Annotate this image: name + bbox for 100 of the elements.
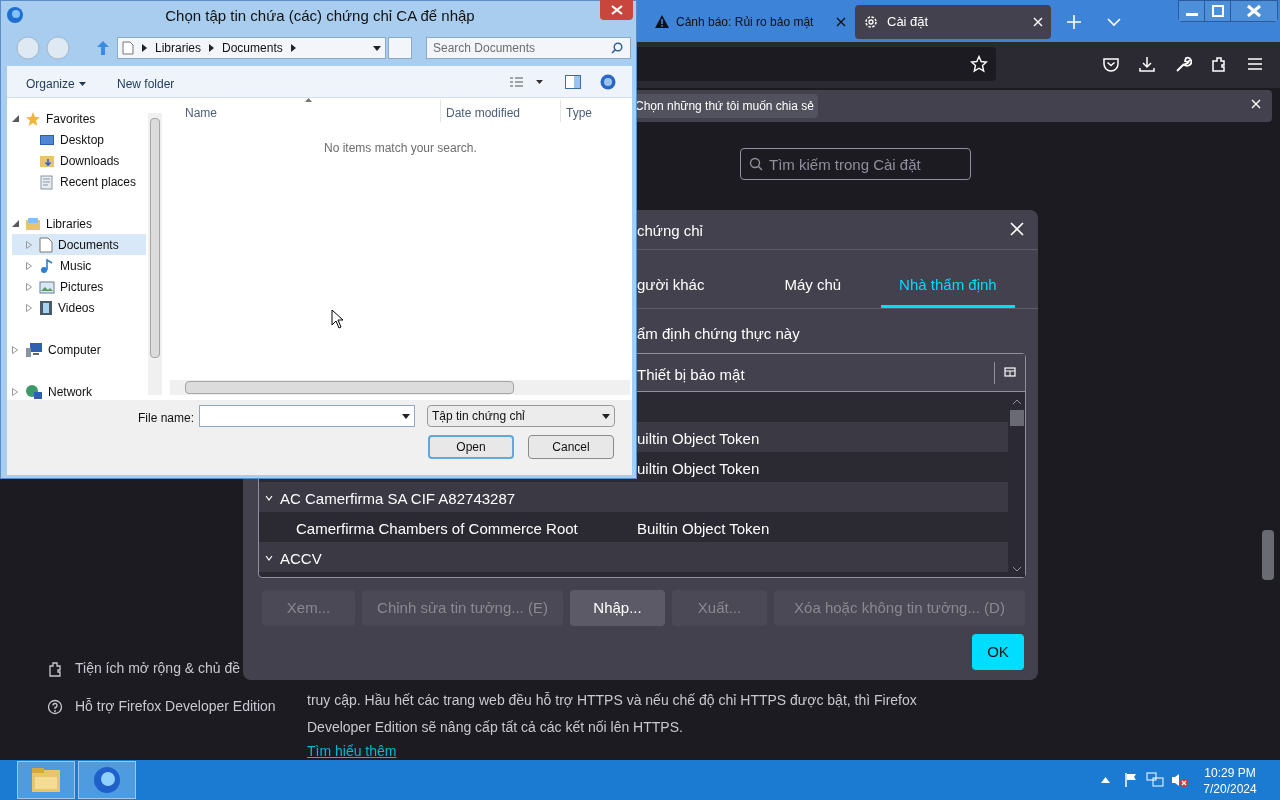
chevron-down-icon[interactable]: [265, 494, 273, 502]
nav-item[interactable]: Network: [12, 381, 146, 402]
address-field[interactable]: Libraries Documents: [117, 37, 386, 59]
scrollbar-thumb[interactable]: [1262, 530, 1274, 580]
menu-icon[interactable]: [1246, 55, 1264, 73]
view-options-icon[interactable]: [510, 77, 544, 89]
nav-item[interactable]: Pictures: [12, 276, 146, 297]
browser-tab[interactable]: Cài đặt: [855, 5, 1051, 39]
nav-item[interactable]: Downloads: [12, 150, 146, 171]
new-folder-button[interactable]: New folder: [117, 75, 175, 93]
nav-item[interactable]: Computer: [12, 339, 146, 360]
column-header[interactable]: Type: [566, 104, 592, 122]
refresh-button[interactable]: [388, 37, 412, 59]
dialog-button[interactable]: Cancel: [528, 435, 614, 459]
caret-icon: [602, 413, 610, 419]
dialog-button[interactable]: Open: [428, 435, 514, 459]
browser-tab[interactable]: Cảnh báo: Rủi ro bảo mật: [650, 5, 850, 39]
tab-title: Cảnh báo: Rủi ro bảo mật: [676, 14, 815, 31]
table-cell-text: Builtin Object Token: [637, 519, 770, 539]
library-icon: [25, 215, 41, 232]
table-cell-text: Camerfirma Chambers of Commerce Root: [296, 519, 578, 539]
dialog-tab[interactable]: gười khác: [637, 265, 745, 308]
muted-speaker-icon[interactable]: [1171, 772, 1189, 788]
star-icon: [25, 110, 41, 127]
nav-item[interactable]: Libraries: [12, 213, 146, 234]
collapsed-icon[interactable]: [26, 303, 32, 312]
table-cell-text: uiltin Object Token: [637, 459, 760, 479]
scrollbar-thumb[interactable]: [1010, 410, 1024, 426]
warning-icon: [654, 14, 670, 30]
expanded-icon[interactable]: [12, 115, 19, 122]
collapsed-icon[interactable]: [12, 345, 18, 354]
collapsed-icon[interactable]: [26, 261, 32, 270]
nav-item[interactable]: Documents: [12, 234, 146, 255]
search-field[interactable]: Tìm kiếm trong Cài đặt: [740, 148, 971, 180]
nav-item[interactable]: Favorites: [12, 108, 146, 129]
search-field[interactable]: Search Documents: [426, 37, 631, 59]
dialog-tab[interactable]: Máy chủ: [744, 265, 882, 308]
picture-icon: [39, 278, 55, 295]
recent-places-icon: [39, 173, 55, 190]
cursor-icon: [331, 309, 343, 329]
download-icon[interactable]: [1138, 55, 1156, 73]
file-name-label: File name:: [138, 410, 195, 427]
search-icon: [749, 157, 763, 171]
ok-button[interactable]: OK: [972, 634, 1024, 670]
arrow-right-icon: [290, 44, 296, 52]
learn-more-link[interactable]: Tìm hiểu thêm: [307, 741, 397, 762]
collapsed-icon[interactable]: [12, 387, 18, 396]
caret-icon[interactable]: [373, 46, 381, 51]
collapsed-icon[interactable]: [26, 240, 32, 249]
network-icon[interactable]: [1146, 772, 1164, 788]
wrench-icon[interactable]: [1174, 55, 1192, 73]
sidebar-item[interactable]: Tiện ích mở rộng & chủ đề: [75, 658, 241, 679]
empty-message: No items match your search.: [324, 140, 477, 157]
file-type-dropdown[interactable]: Tập tin chứng chỉ: [427, 405, 615, 427]
breadcrumb-item[interactable]: Documents: [222, 39, 283, 57]
description: ẩm định chứng thực này: [637, 324, 800, 344]
show-hidden-icons-icon[interactable]: [1101, 777, 1110, 783]
breadcrumb-item[interactable]: Libraries: [155, 39, 202, 57]
collapsed-icon[interactable]: [26, 282, 32, 291]
caret-icon: [402, 413, 410, 419]
flag-icon[interactable]: [1124, 772, 1138, 788]
clock[interactable]: 10:29 PM 7/20/2024: [1195, 765, 1265, 797]
scroll-down-icon: [1012, 566, 1022, 572]
organize-button[interactable]: Organize: [26, 75, 86, 93]
window-title: Chọn tập tin chứa (các) chứng chỉ CA để nhập: [164, 6, 476, 26]
music-icon: [39, 257, 55, 274]
pocket-icon[interactable]: [1102, 55, 1120, 73]
settings-icon: [863, 14, 879, 30]
chevron-down-icon[interactable]: [265, 554, 273, 562]
nav-item[interactable]: Desktop: [12, 129, 146, 150]
up-arrow-icon[interactable]: [96, 40, 110, 56]
new-tab-icon[interactable]: [1067, 15, 1081, 29]
table-cell-text: AC Camerfirma SA CIF A82743287: [280, 489, 516, 509]
table-cell-text: uiltin Object Token: [637, 429, 760, 449]
scroll-up-icon: [1012, 399, 1022, 405]
nav-item[interactable]: Recent places: [12, 171, 146, 192]
arrow-right-icon: [209, 44, 215, 52]
expanded-icon[interactable]: [12, 220, 19, 227]
dialog-button[interactable]: Nhập...: [570, 590, 665, 626]
close-icon[interactable]: [836, 17, 846, 27]
document-icon: [39, 236, 53, 253]
column-header[interactable]: Thiết bị bảo mật: [637, 364, 745, 387]
arrow-right-icon: [142, 44, 147, 52]
preview-pane-icon[interactable]: [565, 75, 581, 89]
star-icon[interactable]: [970, 55, 988, 73]
puzzle-icon[interactable]: [1210, 55, 1228, 73]
column-header[interactable]: Name: [185, 104, 217, 122]
file-name-field[interactable]: [199, 405, 415, 427]
column-picker-icon[interactable]: [1004, 367, 1016, 379]
dialog-title: chứng chỉ: [637, 221, 703, 241]
folder-icon[interactable]: [31, 767, 61, 793]
scrollbar-thumb[interactable]: [185, 381, 514, 394]
scrollbar-thumb[interactable]: [150, 118, 160, 358]
document-icon: [122, 41, 134, 55]
sidebar-item[interactable]: Hỗ trợ Firefox Developer Edition: [75, 696, 276, 717]
nav-item[interactable]: Videos: [12, 297, 146, 318]
nav-item[interactable]: Music: [12, 255, 146, 276]
paragraph: truy cập. Hầu hết các trang web đều hỗ trợ HTTPS và nếu chế độ chỉ HTTPS được bật, thì Firefox Developer Edition sẽ nâng cấp tất cả các kết nối lên HTTPS.: [307, 691, 918, 737]
column-header[interactable]: Date modified: [446, 104, 521, 122]
search-icon: [611, 42, 623, 54]
